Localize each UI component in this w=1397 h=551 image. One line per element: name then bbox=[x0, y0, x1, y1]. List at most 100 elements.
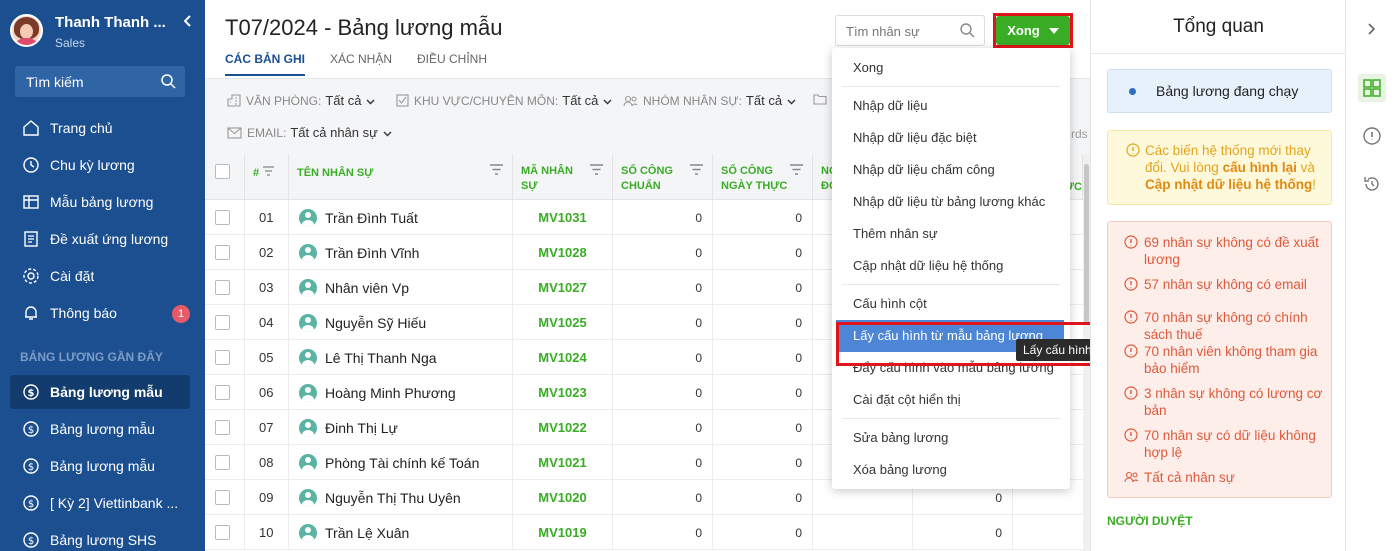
row-checkbox[interactable] bbox=[215, 455, 230, 470]
row-standard-days-cell[interactable]: 0 bbox=[613, 200, 713, 235]
filter-icon[interactable] bbox=[589, 164, 604, 180]
filter-icon[interactable] bbox=[689, 164, 704, 180]
row-actual-days-cell[interactable]: 0 bbox=[713, 445, 813, 480]
reconfigure-link[interactable]: cấu hình lại bbox=[1223, 160, 1297, 175]
row-checkbox[interactable] bbox=[215, 525, 230, 540]
employee-name[interactable]: Nguyễn Sỹ Hiếu bbox=[325, 315, 426, 331]
recent-item[interactable]: $ Bảng lương mẫu bbox=[10, 412, 190, 446]
error-item[interactable]: 70 nhân sự không có chính sách thuế bbox=[1124, 309, 1324, 343]
row-checkbox[interactable] bbox=[215, 385, 230, 400]
menu-item-10[interactable]: Cài đặt cột hiển thị bbox=[832, 384, 1070, 416]
sidebar-item-cycle[interactable]: Chu kỳ lương bbox=[10, 148, 190, 182]
sidebar-search[interactable]: Tìm kiếm bbox=[15, 66, 185, 97]
sidebar-item-settings[interactable]: Cài đặt bbox=[10, 259, 190, 293]
error-item[interactable]: 69 nhân sự không có đề xuất lương bbox=[1124, 234, 1324, 268]
email-filter[interactable]: EMAIL: Tất cả nhân sự bbox=[227, 125, 392, 140]
office-filter[interactable]: VĂN PHÒNG: Tất cả bbox=[227, 93, 375, 108]
row-actual-days-cell[interactable]: 0 bbox=[713, 515, 813, 550]
update-system-data-link[interactable]: Cập nhật dữ liệu hệ thống bbox=[1145, 177, 1312, 192]
grid-icon[interactable] bbox=[1358, 74, 1386, 102]
employee-name[interactable]: Trần Lệ Xuân bbox=[325, 525, 409, 541]
recent-item[interactable]: $ [ Kỳ 2] Viettinbank ... bbox=[10, 486, 190, 520]
menu-item-11[interactable]: Sửa bảng lương bbox=[832, 422, 1070, 454]
row-standard-days-cell[interactable]: 0 bbox=[613, 270, 713, 305]
tab-confirm[interactable]: XÁC NHẬN bbox=[330, 52, 392, 76]
sort-icon[interactable] bbox=[262, 166, 275, 179]
history-icon[interactable] bbox=[1358, 170, 1386, 198]
recent-item[interactable]: $ Bảng lương mẫu bbox=[10, 449, 190, 483]
row-checkbox[interactable] bbox=[215, 420, 230, 435]
row-checkbox[interactable] bbox=[215, 350, 230, 365]
row-checkbox[interactable] bbox=[215, 210, 230, 225]
row-actual-days-cell[interactable]: 0 bbox=[713, 305, 813, 340]
filter-icon[interactable] bbox=[489, 164, 504, 180]
select-all-checkbox[interactable] bbox=[215, 164, 230, 179]
employee-name[interactable]: Đinh Thị Lự bbox=[325, 420, 398, 436]
user-profile[interactable]: Thanh Thanh ... Sales bbox=[10, 12, 200, 52]
row-standard-days-cell[interactable]: 0 bbox=[613, 515, 713, 550]
row-actual-days-cell[interactable]: 0 bbox=[713, 340, 813, 375]
error-item[interactable]: 70 nhân viên không tham gia bảo hiểm bbox=[1124, 343, 1324, 377]
area-filter[interactable]: KHU VỰC/CHUYÊN MÔN: Tất cả bbox=[396, 93, 612, 108]
table-row[interactable]: 10 Trần Lệ Xuân MV1019 0 0 0 bbox=[205, 515, 1083, 550]
row-actual-days-cell[interactable]: 0 bbox=[713, 270, 813, 305]
folder-filter[interactable] bbox=[813, 93, 832, 105]
employee-name[interactable]: Hoàng Minh Phương bbox=[325, 385, 456, 401]
employee-name[interactable]: Nguyễn Thị Thu Uyên bbox=[325, 490, 461, 506]
menu-item-1[interactable]: Nhập dữ liệu bbox=[832, 90, 1070, 122]
row-column-8-cell[interactable] bbox=[1013, 515, 1083, 550]
error-item[interactable]: 57 nhân sự không có email bbox=[1124, 276, 1324, 293]
scrollbar-thumb[interactable] bbox=[1084, 164, 1089, 324]
info-icon[interactable] bbox=[1358, 122, 1386, 150]
menu-item-2[interactable]: Nhập dữ liệu đặc biệt bbox=[832, 122, 1070, 154]
employee-search-input[interactable]: Tìm nhân sự bbox=[835, 15, 985, 46]
sidebar-item-template[interactable]: Mẫu bảng lương bbox=[10, 185, 190, 219]
row-actual-days-cell[interactable]: 0 bbox=[713, 410, 813, 445]
collapse-sidebar-icon[interactable] bbox=[183, 14, 192, 30]
employee-name[interactable]: Lê Thị Thanh Nga bbox=[325, 350, 437, 366]
row-standard-days-cell[interactable]: 0 bbox=[613, 375, 713, 410]
menu-item-0[interactable]: Xong bbox=[832, 52, 1070, 84]
row-standard-days-cell[interactable]: 0 bbox=[613, 410, 713, 445]
menu-item-5[interactable]: Thêm nhân sự bbox=[832, 218, 1070, 250]
all-staff-link[interactable]: Tất cả nhân sự bbox=[1124, 469, 1324, 486]
recent-item[interactable]: $ Bảng lương SHS bbox=[10, 523, 190, 551]
done-button[interactable]: Xong bbox=[996, 16, 1070, 45]
employee-name[interactable]: Nhân viên Vp bbox=[325, 280, 409, 296]
error-item[interactable]: 3 nhân sự không có lương cơ bản bbox=[1124, 385, 1324, 419]
row-standard-days-cell[interactable]: 0 bbox=[613, 340, 713, 375]
employee-name[interactable]: Trần Đình Vĩnh bbox=[325, 245, 419, 261]
row-actual-days-cell[interactable]: 0 bbox=[713, 480, 813, 515]
employee-name[interactable]: Trần Đình Tuất bbox=[325, 210, 418, 226]
row-standard-days-cell[interactable]: 0 bbox=[613, 480, 713, 515]
recent-item[interactable]: $ Bảng lương mẫu bbox=[10, 375, 190, 409]
employee-name[interactable]: Phòng Tài chính kế Toán bbox=[325, 455, 479, 471]
row-column-7-cell[interactable]: 0 bbox=[913, 515, 1013, 550]
group-filter[interactable]: NHÓM NHÂN SỰ: Tất cả bbox=[623, 93, 796, 108]
chevron-right-icon[interactable] bbox=[1358, 15, 1386, 43]
row-checkbox[interactable] bbox=[215, 280, 230, 295]
menu-item-7[interactable]: Cấu hình cột bbox=[832, 288, 1070, 320]
row-column-6-cell[interactable] bbox=[813, 515, 913, 550]
tab-adjust[interactable]: ĐIỀU CHỈNH bbox=[417, 52, 487, 76]
row-checkbox[interactable] bbox=[215, 490, 230, 505]
menu-item-4[interactable]: Nhập dữ liệu từ bảng lương khác bbox=[832, 186, 1070, 218]
menu-item-3[interactable]: Nhập dữ liệu chấm công bbox=[832, 154, 1070, 186]
row-actual-days-cell[interactable]: 0 bbox=[713, 375, 813, 410]
sidebar-item-home[interactable]: Trang chủ bbox=[10, 111, 190, 145]
header-select-all[interactable] bbox=[205, 154, 245, 200]
row-standard-days-cell[interactable]: 0 bbox=[613, 445, 713, 480]
row-actual-days-cell[interactable]: 0 bbox=[713, 200, 813, 235]
menu-item-12[interactable]: Xóa bảng lương bbox=[832, 454, 1070, 486]
filter-icon[interactable] bbox=[789, 164, 804, 180]
row-standard-days-cell[interactable]: 0 bbox=[613, 235, 713, 270]
sidebar-item-advance[interactable]: Đề xuất ứng lương bbox=[10, 222, 190, 256]
tab-records[interactable]: CÁC BẢN GHI bbox=[225, 52, 305, 76]
row-standard-days-cell[interactable]: 0 bbox=[613, 305, 713, 340]
sidebar-item-notifications[interactable]: Thông báo 1 bbox=[10, 296, 190, 330]
row-actual-days-cell[interactable]: 0 bbox=[713, 235, 813, 270]
error-item[interactable]: 70 nhân sự có dữ liệu không hợp lệ bbox=[1124, 427, 1324, 461]
row-checkbox[interactable] bbox=[215, 315, 230, 330]
menu-item-6[interactable]: Cập nhật dữ liệu hệ thống bbox=[832, 250, 1070, 282]
row-checkbox[interactable] bbox=[215, 245, 230, 260]
